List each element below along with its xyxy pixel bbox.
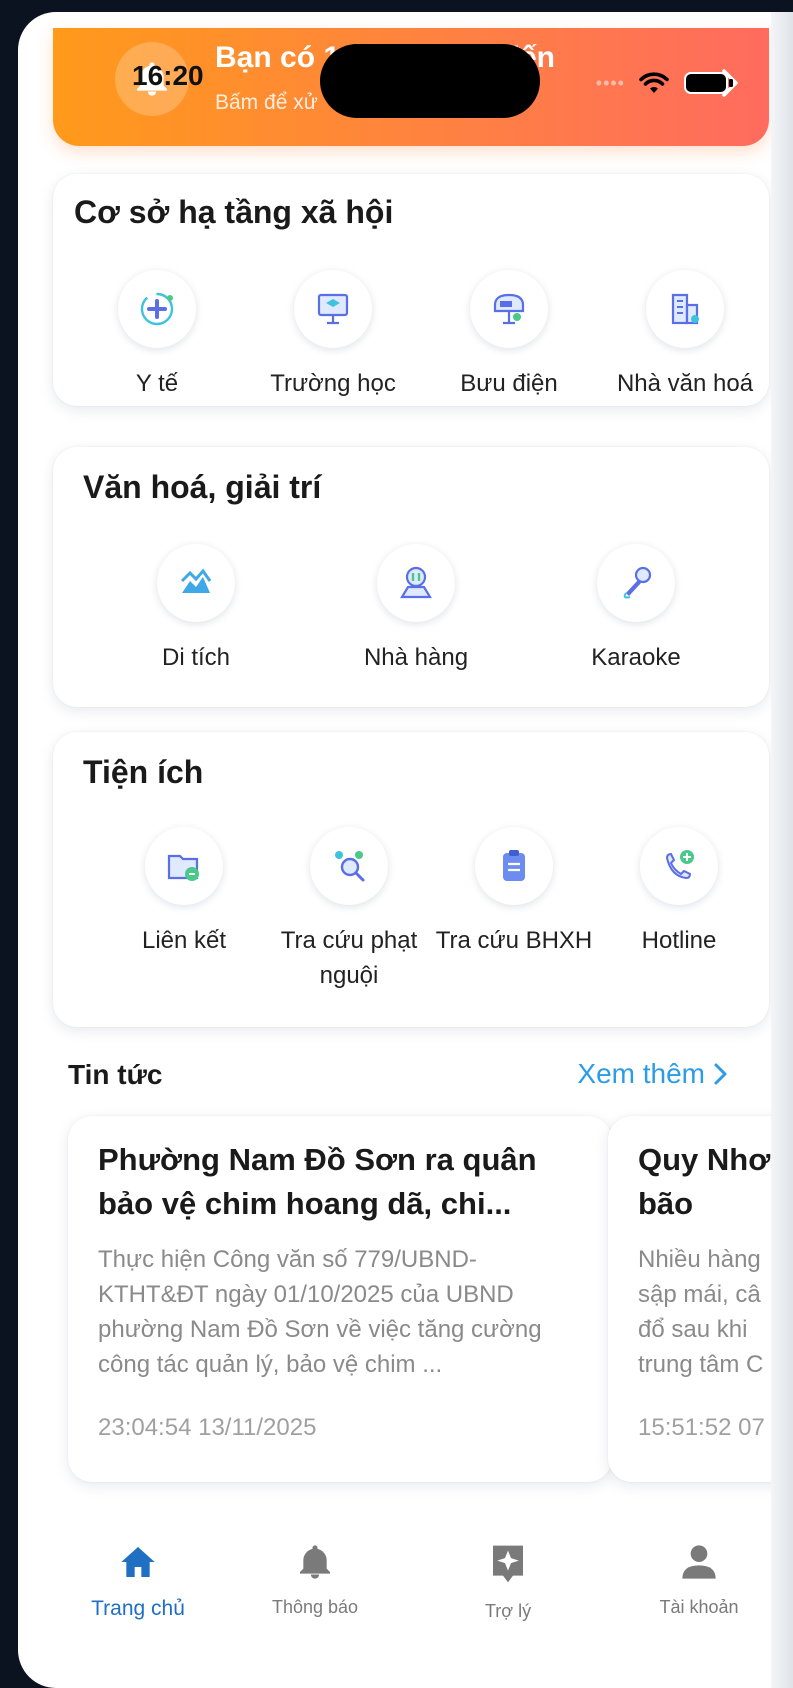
tile-label: Tra cứu BHXH — [435, 927, 593, 954]
tile-nha-hang[interactable]: Nhà hàng — [331, 544, 501, 675]
news-card[interactable]: Phường Nam Đồ Sơn ra quân bảo vệ chim ho… — [68, 1116, 612, 1482]
tile-label: Tra cứu phạt nguội — [280, 927, 418, 989]
chevron-right-icon — [714, 1063, 727, 1085]
culture-card: Văn hoá, giải trí Di tích Nhà hàng Karao… — [53, 447, 769, 707]
section-title: Văn hoá, giải trí — [83, 469, 322, 505]
tile-karaoke[interactable]: Karaoke — [551, 544, 721, 675]
news-excerpt: Thực hiện Công văn số 779/UBND-KTHT&ĐT n… — [98, 1246, 542, 1378]
signal-dots-icon: •••• — [595, 72, 625, 93]
banner-subtitle: Bấm để xử — [215, 91, 318, 114]
nav-account[interactable]: Tài khoản — [614, 1542, 784, 1618]
tile-tra-cuu-bhxh[interactable]: Tra cứu BHXH — [429, 827, 599, 958]
see-more-label: Xem thêm — [577, 1058, 705, 1089]
nav-notifications[interactable]: Thông báo — [230, 1542, 400, 1618]
tile-label: Nhà văn hoá — [616, 370, 754, 397]
tile-label: Y tế — [135, 370, 179, 397]
clipboard-icon — [475, 827, 553, 905]
see-more-link[interactable]: Xem thêm — [577, 1058, 729, 1090]
tile-label: Karaoke — [591, 644, 681, 671]
culture-house-icon — [646, 270, 724, 348]
folder-link-icon — [145, 827, 223, 905]
section-title: Cơ sở hạ tầng xã hội — [74, 194, 394, 230]
phone-screen: Bạn có 1 thông báo đến Bấm để xử 16:20 •… — [18, 12, 793, 1688]
news-excerpt: Nhiều hàng sập mái, câ đổ sau khi trung … — [638, 1246, 764, 1378]
tile-label: Trường học — [270, 370, 396, 397]
tile-truong-hoc[interactable]: Trường học — [248, 270, 418, 401]
section-title: Tiện ích — [83, 754, 204, 790]
tile-hotline[interactable]: Hotline — [594, 827, 764, 958]
assistant-icon — [493, 1545, 523, 1583]
wifi-icon — [639, 72, 669, 93]
news-header: Tin tức — [68, 1059, 163, 1090]
dynamic-island — [320, 44, 540, 118]
school-icon — [294, 270, 372, 348]
tile-label: Nhà hàng — [363, 644, 469, 671]
nav-label: Trang chủ — [91, 1597, 185, 1620]
status-time: 16:20 — [132, 60, 204, 91]
bottom-nav: Trang chủ Thông báo Trợ lý Tài khoản — [53, 1542, 769, 1652]
tile-di-tich[interactable]: Di tích — [111, 544, 281, 675]
news-timestamp: 23:04:54 13/11/2025 — [98, 1414, 317, 1441]
battery-icon — [684, 72, 733, 94]
tile-label: Di tích — [161, 644, 230, 671]
tile-label: Bưu điện — [460, 370, 558, 397]
utilities-card: Tiện ích Liên kết Tra cứu phạt nguội Tra… — [53, 732, 769, 1027]
status-icons: •••• — [596, 70, 735, 96]
phone-icon — [640, 827, 718, 905]
news-title: Quy Nhơ bão — [638, 1142, 771, 1221]
tile-y-te[interactable]: Y tế — [72, 270, 242, 401]
infrastructure-card: Cơ sở hạ tầng xã hội Y tế Trường học Bưu… — [53, 174, 769, 406]
microphone-icon — [597, 544, 675, 622]
bell-icon — [300, 1545, 330, 1579]
tile-nha-van-hoa[interactable]: Nhà văn hoá — [600, 270, 770, 401]
nav-assistant[interactable]: Trợ lý — [423, 1542, 593, 1622]
news-timestamp: 15:51:52 07 — [638, 1414, 765, 1441]
post-office-icon — [470, 270, 548, 348]
tile-buu-dien[interactable]: Bưu điện — [424, 270, 594, 401]
tile-label: Liên kết — [141, 927, 227, 954]
nav-label: Tài khoản — [659, 1597, 739, 1617]
nav-home[interactable]: Trang chủ — [53, 1542, 223, 1621]
heritage-icon — [157, 544, 235, 622]
tile-tra-cuu-phat-nguoi[interactable]: Tra cứu phạt nguội — [264, 827, 434, 993]
tile-lien-ket[interactable]: Liên kết — [99, 827, 269, 958]
restaurant-icon — [377, 544, 455, 622]
medical-icon — [118, 270, 196, 348]
traffic-fine-search-icon — [310, 827, 388, 905]
home-icon — [121, 1547, 155, 1577]
tile-label: Hotline — [641, 927, 717, 954]
nav-label: Trợ lý — [484, 1601, 532, 1621]
account-icon — [682, 1545, 716, 1579]
nav-label: Thông báo — [271, 1597, 359, 1617]
news-title: Phường Nam Đồ Sơn ra quân bảo vệ chim ho… — [98, 1142, 537, 1221]
news-card[interactable]: Quy Nhơ bão Nhiều hàng sập mái, câ đổ sa… — [608, 1116, 793, 1482]
